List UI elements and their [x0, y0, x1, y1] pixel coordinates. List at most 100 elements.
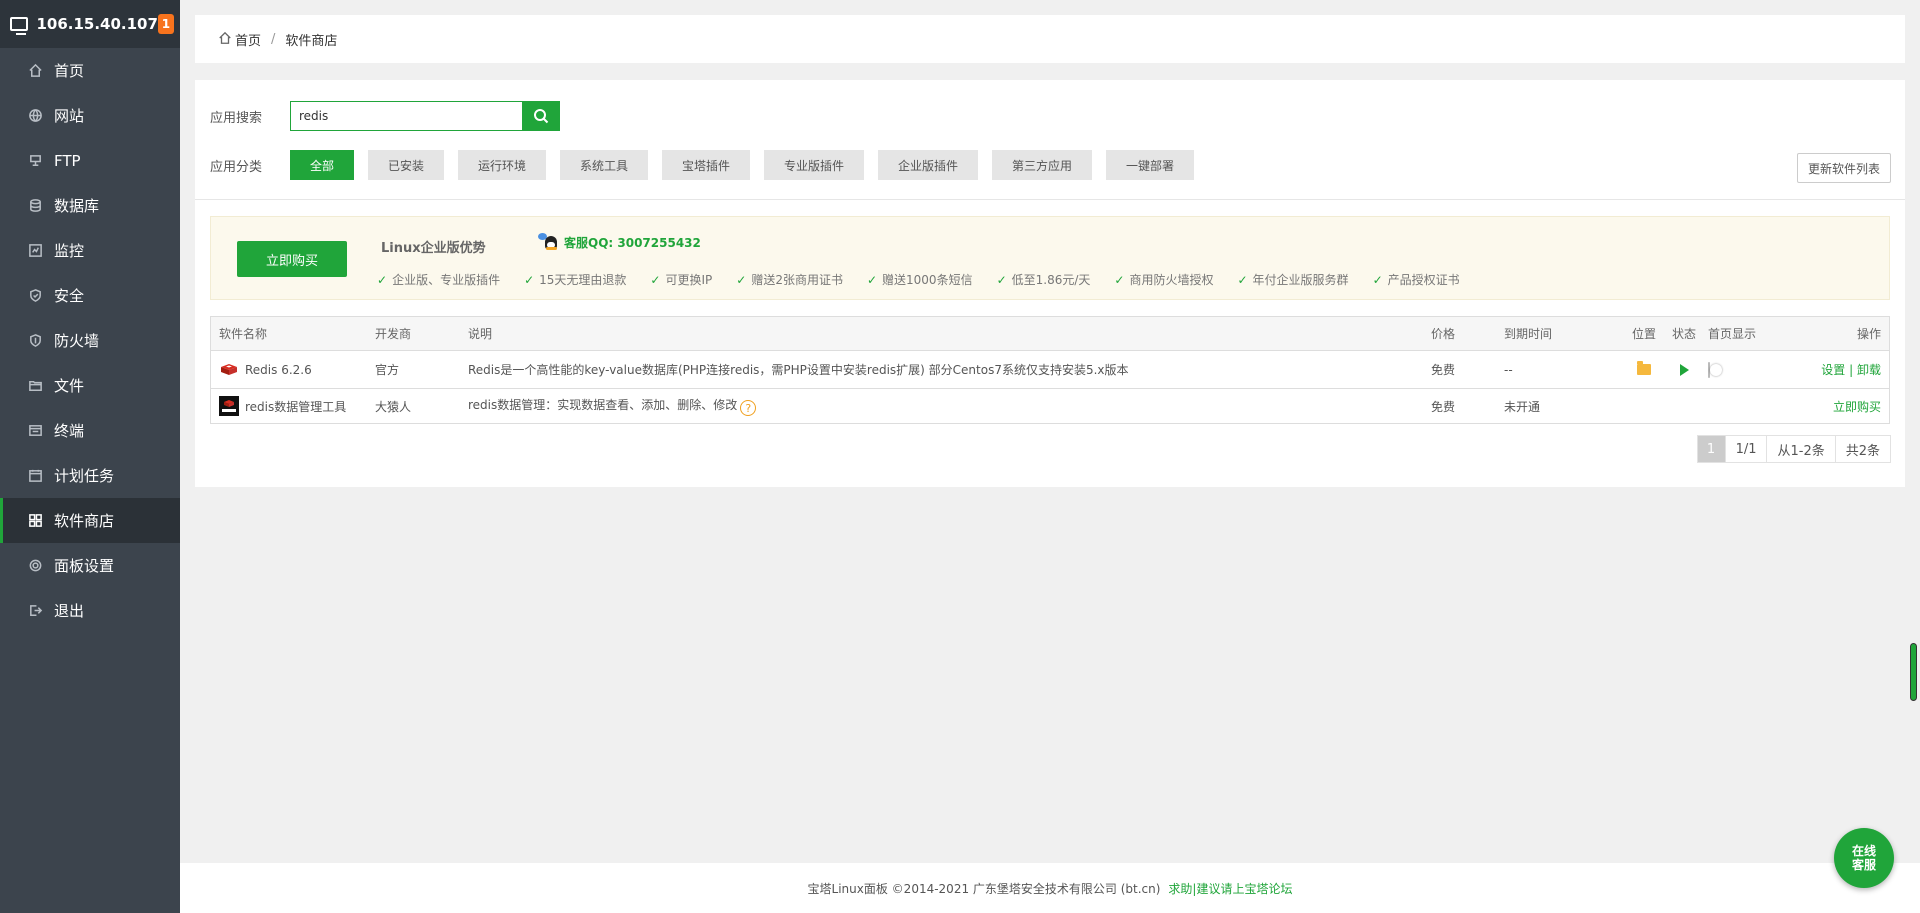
- sidebar-item-software-store[interactable]: 软件商店: [0, 498, 180, 543]
- notification-badge[interactable]: 1: [157, 14, 174, 34]
- sidebar-item-home[interactable]: 首页: [0, 48, 180, 93]
- category-third-party[interactable]: 第三方应用: [992, 150, 1092, 180]
- buy-now-link[interactable]: 立即购买: [1833, 400, 1881, 414]
- feature-item: ✓ 低至1.86元/天: [996, 272, 1091, 288]
- category-system-tools[interactable]: 系统工具: [560, 150, 648, 180]
- footer: 宝塔Linux面板 ©2014-2021 广东堡塔安全技术有限公司 (bt.cn…: [180, 863, 1920, 913]
- check-icon: ✓: [866, 272, 878, 287]
- search-button[interactable]: [522, 101, 560, 131]
- folder-icon: [27, 378, 43, 394]
- qq-support[interactable]: 客服QQ: 3007255432: [538, 233, 701, 251]
- sidebar-item-database[interactable]: 数据库: [0, 183, 180, 228]
- play-icon[interactable]: [1679, 363, 1689, 376]
- enterprise-promo-banner: 立即购买 Linux企业版优势 客服QQ: 3007255432 ✓ 企业版、专业…: [210, 216, 1890, 300]
- software-name-cell: redis数据管理工具: [211, 396, 375, 416]
- feature-item: ✓ 15天无理由退款: [524, 272, 627, 288]
- desc-cell: redis数据管理：实现数据查看、添加、删除、修改?: [468, 396, 1431, 417]
- location-cell: [1624, 361, 1664, 375]
- redis-logo-icon: [221, 363, 237, 375]
- settings-link[interactable]: 设置: [1821, 363, 1845, 377]
- sidebar-item-label: 网站: [54, 107, 85, 125]
- category-bt-plugins[interactable]: 宝塔插件: [662, 150, 750, 180]
- header-desc: 说明: [468, 327, 493, 341]
- check-icon: ✓: [524, 272, 535, 287]
- firewall-icon: [27, 333, 43, 349]
- search-input[interactable]: [290, 101, 522, 131]
- sidebar-item-security[interactable]: 安全: [0, 273, 180, 318]
- check-icon: ✓: [1372, 272, 1383, 287]
- price-cell: 免费: [1431, 363, 1456, 377]
- sidebar-item-label: 面板设置: [54, 557, 115, 575]
- table-row: redis数据管理工具 大猿人 redis数据管理：实现数据查看、添加、删除、修…: [211, 389, 1889, 423]
- table-row: Redis 6.2.6 官方 Redis是一个高性能的key-value数据库(…: [211, 351, 1889, 389]
- expire-cell: --: [1504, 362, 1513, 377]
- sidebar-item-label: FTP: [54, 151, 81, 170]
- promo-title: Linux企业版优势: [381, 241, 486, 256]
- category-one-click-deploy[interactable]: 一键部署: [1106, 150, 1194, 180]
- sidebar-item-ftp[interactable]: FTP: [0, 138, 180, 183]
- sidebar-item-panel-settings[interactable]: 面板设置: [0, 543, 180, 588]
- server-header: 106.15.40.107 1: [0, 0, 180, 48]
- sidebar-item-website[interactable]: 网站: [0, 93, 180, 138]
- software-table: 软件名称 开发商 说明 价格 到期时间 位置 状态 首页显示 操作 Redis …: [210, 316, 1890, 424]
- expire-cell: 未开通: [1504, 399, 1541, 414]
- check-icon: ✓: [1114, 272, 1125, 287]
- page-total: 共2条: [1835, 436, 1890, 462]
- category-runtime[interactable]: 运行环境: [458, 150, 546, 180]
- scrollbar-thumb[interactable]: [1910, 643, 1917, 701]
- sidebar: 106.15.40.107 1 首页 网站 FTP 数据库 监控 安全 防火墙 …: [0, 0, 180, 913]
- breadcrumb: 首页 / 软件商店: [195, 15, 1905, 63]
- feature-item: ✓ 年付企业版服务群: [1237, 272, 1349, 288]
- uninstall-link[interactable]: 卸载: [1857, 363, 1881, 377]
- header-developer: 开发商: [375, 327, 412, 341]
- sidebar-item-logout[interactable]: 退出: [0, 588, 180, 633]
- sidebar-item-label: 首页: [54, 62, 85, 80]
- terminal-icon: [27, 423, 43, 439]
- home-icon[interactable]: [218, 31, 235, 47]
- monitor-icon: [10, 17, 29, 35]
- sidebar-item-firewall[interactable]: 防火墙: [0, 318, 180, 363]
- header-actions: 操作: [1856, 327, 1881, 341]
- sidebar-item-cron[interactable]: 计划任务: [0, 453, 180, 498]
- category-installed[interactable]: 已安装: [368, 150, 444, 180]
- page-range: 从1-2条: [1767, 436, 1836, 462]
- breadcrumb-current: 软件商店: [285, 33, 338, 49]
- home-icon: [27, 63, 43, 79]
- sidebar-item-monitor[interactable]: 监控: [0, 228, 180, 273]
- sidebar-item-label: 安全: [54, 287, 85, 305]
- footer-copyright: 宝塔Linux面板 ©2014-2021 广东堡塔安全技术有限公司 (bt.cn…: [807, 881, 1161, 896]
- header-name: 软件名称: [219, 327, 268, 341]
- homepage-display-toggle[interactable]: [1708, 361, 1710, 378]
- price-cell: 免费: [1431, 399, 1456, 414]
- footer-forum-link[interactable]: 求助|建议请上宝塔论坛: [1168, 880, 1292, 897]
- check-icon: ✓: [1237, 272, 1248, 287]
- help-icon[interactable]: ?: [740, 400, 757, 417]
- update-software-list-button[interactable]: 更新软件列表: [1797, 153, 1891, 183]
- redis-manager-logo-icon: [219, 396, 239, 416]
- feature-item: ✓ 可更换IP: [650, 272, 713, 288]
- sidebar-item-terminal[interactable]: 终端: [0, 408, 180, 453]
- desc-cell: Redis是一个高性能的key-value数据库(PHP连接redis，需PHP…: [468, 363, 1129, 377]
- header-price: 价格: [1431, 327, 1456, 341]
- gear-icon: [27, 558, 43, 574]
- category-pro-plugins[interactable]: 专业版插件: [764, 150, 864, 180]
- sidebar-item-label: 监控: [54, 242, 85, 260]
- category-label: 应用分类: [210, 159, 263, 175]
- monitor-chart-icon: [27, 243, 43, 259]
- category-all[interactable]: 全部: [290, 150, 354, 180]
- online-support-button[interactable]: 在线客服: [1834, 828, 1894, 888]
- buy-now-button[interactable]: 立即购买: [237, 241, 347, 277]
- page-current[interactable]: 1: [1697, 436, 1726, 462]
- check-icon: ✓: [996, 272, 1007, 287]
- category-enterprise-plugins[interactable]: 企业版插件: [878, 150, 978, 180]
- breadcrumb-home[interactable]: 首页: [235, 30, 261, 49]
- folder-icon[interactable]: [1637, 361, 1651, 375]
- qq-icon: [538, 233, 560, 251]
- sidebar-item-files[interactable]: 文件: [0, 363, 180, 408]
- sidebar-item-label: 数据库: [54, 197, 100, 215]
- calendar-icon: [27, 468, 43, 484]
- sidebar-item-label: 终端: [54, 422, 85, 440]
- actions-cell: 设置 | 卸载: [1774, 361, 1889, 378]
- feature-item: ✓ 产品授权证书: [1372, 272, 1460, 288]
- server-ip: 106.15.40.107: [36, 15, 158, 33]
